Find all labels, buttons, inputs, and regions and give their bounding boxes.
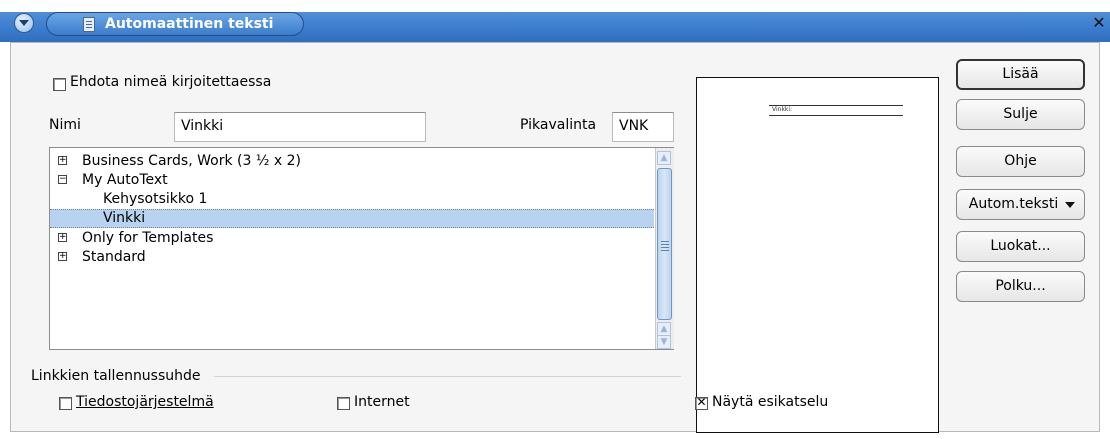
show-preview-label: Näytä esikatselu (712, 394, 829, 410)
tree-item-my-autotext[interactable]: − My AutoText (50, 171, 654, 190)
shortcut-input[interactable]: VNK (612, 112, 674, 142)
link-group-label: Linkkien tallennussuhde (31, 368, 201, 384)
preview-rule (769, 115, 903, 116)
close-icon[interactable]: ✕ (1091, 15, 1107, 31)
internet-checkbox[interactable] (337, 397, 350, 410)
chevron-down-icon (1065, 202, 1075, 208)
path-button[interactable]: Polku... (956, 271, 1085, 302)
suggest-name-text: Ehdota nimeä kirjoitettaessa (70, 74, 272, 90)
tree-item-vinkki[interactable]: Vinkki (50, 209, 654, 228)
autotext-menu-label: Autom.teksti (968, 196, 1059, 212)
internet-label: Internet (354, 394, 410, 410)
preview-pane: Vinkki: (696, 77, 939, 433)
vertical-scrollbar[interactable]: ▲ ▲ ▼ (655, 148, 674, 349)
preview-sample-text: Vinkki: (772, 106, 793, 113)
name-label: Nimi (49, 117, 81, 133)
autotext-tree[interactable]: + Business Cards, Work (3 ½ x 2) − My Au… (49, 147, 674, 350)
grip-line (661, 250, 669, 251)
tree-item-label: Standard (82, 249, 146, 265)
expand-icon[interactable]: + (58, 252, 67, 261)
tree-item-standard[interactable]: + Standard (50, 248, 654, 267)
tree-item-business-cards[interactable]: + Business Cards, Work (3 ½ x 2) (50, 152, 654, 171)
add-button[interactable]: Lisää (956, 59, 1085, 90)
group-separator (214, 376, 681, 377)
grip-line (661, 244, 669, 245)
tree-item-label: My AutoText (82, 172, 168, 188)
collapse-icon[interactable]: − (58, 175, 67, 184)
tree-item-label: Kehysotsikko 1 (103, 191, 208, 207)
tree-item-label: Vinkki (103, 210, 146, 226)
expand-icon[interactable]: + (58, 156, 67, 165)
window-menu-button[interactable] (14, 13, 34, 33)
tree-item-label: Only for Templates (82, 230, 214, 246)
scroll-up-icon[interactable]: ▲ (657, 151, 671, 165)
tree-item-only-for-templates[interactable]: + Only for Templates (50, 229, 654, 248)
suggest-name-checkbox[interactable] (53, 78, 66, 91)
name-input[interactable]: Vinkki (174, 112, 426, 142)
tree-item-label: Business Cards, Work (3 ½ x 2) (82, 153, 301, 169)
scrollbar-thumb[interactable] (657, 168, 672, 320)
grip-line (661, 247, 669, 248)
suggest-name-label: Ehdota nimeä kirjoitettaessa (70, 74, 271, 90)
expand-icon[interactable]: + (58, 233, 67, 242)
categories-button[interactable]: Luokat... (956, 231, 1085, 262)
shortcut-label: Pikavalinta (520, 117, 597, 133)
show-preview-checkbox[interactable] (695, 395, 708, 410)
scroll-step-up-icon[interactable]: ▲ (657, 322, 671, 336)
title-pill: Automaattinen teksti (46, 12, 304, 36)
grip-line (661, 241, 669, 242)
autotext-menu-button[interactable]: Autom.teksti (956, 189, 1085, 220)
window-title: Automaattinen teksti (105, 16, 274, 32)
help-button[interactable]: Ohje (956, 146, 1085, 177)
scroll-down-icon[interactable]: ▼ (657, 335, 671, 349)
document-icon (83, 17, 95, 32)
close-button[interactable]: Sulje (956, 99, 1085, 130)
tree-item-kehysotsikko[interactable]: Kehysotsikko 1 (50, 190, 654, 209)
filesystem-label: Tiedostojärjestelmä (76, 394, 214, 410)
title-bar: Automaattinen teksti ✕ (0, 0, 1110, 42)
title-bar-top (0, 0, 1110, 12)
filesystem-checkbox[interactable] (59, 397, 72, 410)
